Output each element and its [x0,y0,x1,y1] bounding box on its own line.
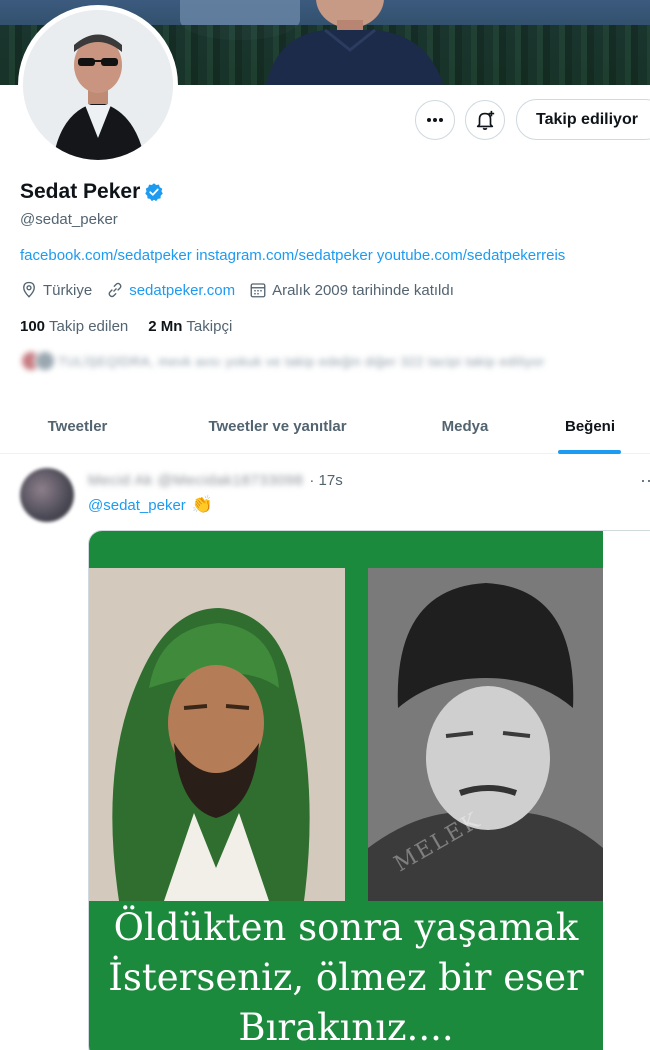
tweet-header: Mecid Ak @Mecidak18733098 · 17s [88,472,343,489]
bell-plus-icon [476,110,495,130]
poster-quote: Öldükten sonra yaşamak İsterseniz, ölmez… [89,903,603,1050]
poster-quote-line-3: Bırakınız.... [238,1006,454,1049]
tab-media-label: Medya [441,417,489,435]
notifications-button[interactable] [465,100,505,140]
poster-left-portrait [89,568,345,901]
joined-text: Aralık 2009 tarihinde katıldı [272,281,454,299]
following-count: 100 [20,318,46,335]
following-stat[interactable]: 100 Takip edilen [20,318,128,335]
tweet-mention[interactable]: @sedat_peker [88,497,186,514]
verified-badge-icon[interactable] [144,182,164,202]
following-label: Takip edilen [49,318,129,335]
avatar-photo [23,10,173,160]
profile-meta: Türkiye sedatpeker.com Aralık 2009 tarih… [20,281,468,299]
poster-image: Öldükten sonra yaşamak İsterseniz, ölmez… [89,531,603,1050]
profile-handle: @sedat_peker [20,211,118,228]
tab-tweets-replies[interactable]: Tweetler ve yanıtlar [155,398,400,454]
tab-likes[interactable]: Beğeni [530,398,650,454]
avatar-image [23,10,173,160]
joined-item: Aralık 2009 tarihinde katıldı [249,281,454,299]
more-icon [427,118,443,122]
profile-name-row: Sedat Peker [20,180,164,204]
profile-avatar[interactable] [18,5,178,165]
tab-media[interactable]: Medya [400,398,530,454]
followers-stat[interactable]: 2 Mn Takipçi [148,318,232,335]
banner-person-image [266,0,444,85]
more-button[interactable] [415,100,455,140]
location-pin-icon [23,281,35,298]
profile-tabs: Tweetler Tweetler ve yanıtlar Medya Beğe… [0,398,650,454]
profile-stats: 100 Takip edilen 2 Mn Takipçi [20,318,232,335]
website-link[interactable]: sedatpeker.com [129,282,235,299]
following-button[interactable]: Takip ediliyor [516,99,650,140]
following-button-label: Takip ediliyor [536,110,638,128]
followed-by-text: TULİŞEQİDRA, mevk avsı yokuk ve takip ed… [58,353,545,369]
clapping-hands-emoji: 👏 [191,495,213,514]
portrait-green-turban [89,568,345,901]
followers-count: 2 Mn [148,318,183,335]
tab-tweets-replies-label: Tweetler ve yanıtlar [208,417,347,435]
tweet-timestamp[interactable]: · 17s [309,472,342,489]
followed-by-row[interactable]: TULİŞEQİDRA, mevk avsı yokuk ve takip ed… [20,350,545,372]
tweet-text: @sedat_peker 👏 [88,495,213,515]
tab-tweets[interactable]: Tweetler [0,398,155,454]
followers-label: Takipçi [186,318,233,335]
tab-likes-label: Beğeni [564,417,615,435]
tweet-more-icon[interactable]: ·· [640,470,650,491]
followed-by-avatars [20,350,56,372]
link-icon [108,282,122,298]
profile-bio[interactable]: facebook.com/sedatpeker instagram.com/se… [20,247,565,264]
location-item: Türkiye [20,281,92,299]
tweet-media[interactable]: Öldükten sonra yaşamak İsterseniz, ölmez… [88,530,650,1050]
location-text: Türkiye [43,281,93,299]
poster-quote-line-1: Öldükten sonra yaşamak [113,906,579,949]
poster-quote-line-2: İsterseniz, ölmez bir eser [108,956,584,999]
tweet-author-avatar[interactable] [20,468,74,522]
profile-name: Sedat Peker [20,180,141,203]
calendar-icon [250,283,266,298]
tab-tweets-label: Tweetler [47,417,108,435]
website-item[interactable]: sedatpeker.com [106,281,235,299]
tweet-author-name[interactable]: Mecid Ak @Mecidak18733098 [88,472,303,489]
